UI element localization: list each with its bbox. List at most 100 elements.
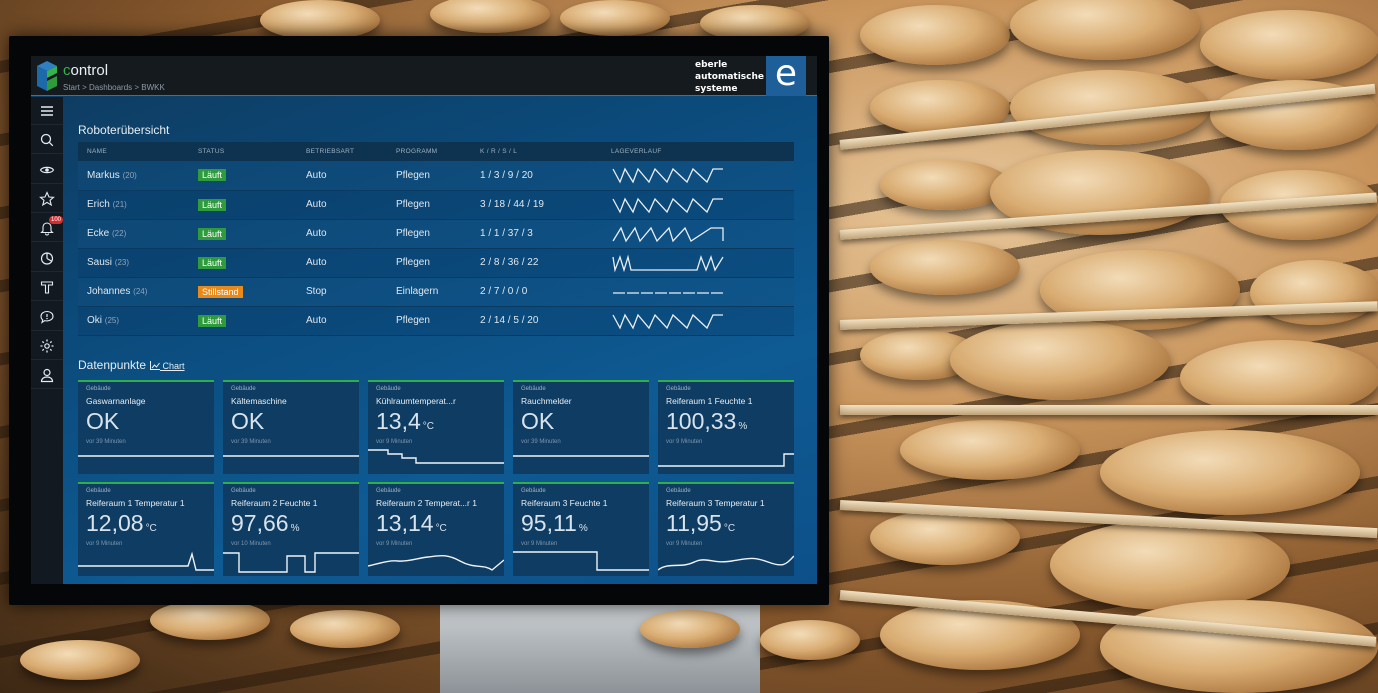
robot-row[interactable]: Sausi (23) Läuft Auto Pflegen 2 / 8 / 36… <box>78 248 794 278</box>
tile-name: Kühlraumtemperat...r <box>376 396 456 406</box>
tile-group: Gebäude <box>521 488 546 494</box>
robot-status-cell: Läuft <box>189 190 297 220</box>
app-title[interactable]: control <box>63 62 108 79</box>
robot-name[interactable]: Erich <box>87 199 110 210</box>
robot-name-cell: Sausi (23) <box>78 248 189 278</box>
tile-name: Gaswarnanlage <box>86 396 146 406</box>
tile-value: 13,14 <box>376 510 434 536</box>
tile-timestamp: vor 39 Minuten <box>231 439 271 445</box>
status-badge: Läuft <box>198 314 227 327</box>
robot-row[interactable]: Erich (21) Läuft Auto Pflegen 3 / 18 / 4… <box>78 190 794 220</box>
tile-group: Gebäude <box>376 386 401 392</box>
tile-sparkline <box>368 449 504 464</box>
datapoint-tile[interactable]: Gebäude Reiferaum 3 Feuchte 1 95,11% vor… <box>513 482 649 576</box>
robot-program: Pflegen <box>387 190 471 220</box>
user-button[interactable] <box>31 361 63 389</box>
robot-mode: Auto <box>297 219 387 249</box>
robot-krsl: 1 / 1 / 37 / 3 <box>471 219 602 249</box>
settings-button[interactable] <box>31 332 63 360</box>
menu-icon <box>41 105 53 116</box>
robot-row[interactable]: Markus (20) Läuft Auto Pflegen 1 / 3 / 9… <box>78 161 794 191</box>
tile-timestamp: vor 10 Minuten <box>231 541 271 547</box>
datapoint-tile[interactable]: Gebäude Reiferaum 2 Temperat...r 1 13,14… <box>368 482 504 576</box>
robot-row[interactable]: Johannes (24) Stillstand Stop Einlagern … <box>78 277 794 307</box>
tile-sparkline <box>223 552 359 573</box>
robot-program: Pflegen <box>387 248 471 278</box>
search-icon <box>40 133 54 146</box>
tile-unit: °C <box>422 421 434 432</box>
column-header-program[interactable]: PROGRAMM <box>387 142 471 161</box>
robot-program: Einlagern <box>387 277 471 307</box>
column-header-status[interactable]: STATUS <box>189 142 297 161</box>
robot-krsl: 2 / 14 / 5 / 20 <box>471 306 602 336</box>
trend-sparkline <box>613 291 723 294</box>
cheese-wheel <box>1200 10 1378 80</box>
reports-button[interactable] <box>31 244 63 272</box>
chart-link[interactable]: Chart <box>150 361 185 371</box>
robot-name[interactable]: Sausi <box>87 257 112 268</box>
tile-group: Gebäude <box>231 488 256 494</box>
notifications-button[interactable]: 100 <box>31 214 64 242</box>
tools-button[interactable] <box>31 273 63 301</box>
robot-mode: Auto <box>297 161 387 191</box>
cheese-wheel <box>1050 520 1290 610</box>
robot-name[interactable]: Markus <box>87 170 120 181</box>
column-header-krsl[interactable]: K / R / S / L <box>471 142 602 161</box>
tile-value: 100,33 <box>666 408 737 434</box>
robot-trend-cell <box>602 219 794 249</box>
menu-button[interactable] <box>31 97 63 125</box>
tile-value: OK <box>231 408 265 434</box>
robot-row[interactable]: Oki (25) Läuft Auto Pflegen 2 / 14 / 5 /… <box>78 306 794 336</box>
favorites-button[interactable] <box>31 185 63 213</box>
datapoint-tile[interactable]: Gebäude Kühlraumtemperat...r 13,4 °C vor … <box>368 380 504 474</box>
cheese-wheel <box>20 640 140 680</box>
trend-sparkline <box>612 167 723 184</box>
robot-id: (22) <box>112 229 127 238</box>
status-badge: Läuft <box>198 198 227 211</box>
tile-value-wrap: OK <box>521 408 556 435</box>
breadcrumb[interactable]: Start > Dashboards > BWKK <box>63 83 165 92</box>
tile-name: Reiferaum 2 Feuchte 1 <box>231 498 318 508</box>
datapoint-tile[interactable]: Gebäude Rauchmelder OK vor 39 Minuten <box>513 380 649 474</box>
datapoint-tile[interactable]: Gebäude Reiferaum 1 Temperatur 1 12,08 °C… <box>78 482 214 576</box>
datapoint-tile[interactable]: Gebäude Gaswarnanlage OK vor 39 Minuten <box>78 380 214 474</box>
datapoint-tile[interactable]: Gebäude Reiferaum 2 Feuchte 1 97,66% vor… <box>223 482 359 576</box>
datapoint-tile[interactable]: Gebäude Reiferaum 3 Temperatur 1 11,95 °C… <box>658 482 794 576</box>
watch-button[interactable] <box>31 156 63 184</box>
messages-button[interactable] <box>31 303 63 331</box>
column-header-mode[interactable]: BETRIEBSART <box>297 142 387 161</box>
tile-timestamp: vor 9 Minuten <box>666 541 703 547</box>
robot-name[interactable]: Johannes <box>87 286 130 297</box>
brand-logo: e <box>766 56 806 96</box>
tile-group: Gebäude <box>521 386 546 392</box>
column-header-trend[interactable]: LAGEVERLAUF <box>602 142 794 161</box>
robot-name[interactable]: Oki <box>87 315 102 326</box>
tile-unit: °C <box>435 523 447 534</box>
column-header-name[interactable]: NAME <box>78 142 189 161</box>
tile-value: 12,08 <box>86 510 144 536</box>
datapoint-tile[interactable]: Gebäude Reiferaum 1 Feuchte 1 100,33% vo… <box>658 380 794 474</box>
robot-id: (23) <box>114 258 130 267</box>
tile-value: 95,11 <box>521 510 577 536</box>
robot-name-cell: Ecke (22) <box>78 219 189 249</box>
search-button[interactable] <box>31 126 63 154</box>
tile-value-wrap: 11,95 °C <box>666 510 735 537</box>
message-icon <box>40 310 54 324</box>
dashboard-screen: control Start > Dashboards > BWKK eberle… <box>31 56 817 584</box>
datapoint-tile[interactable]: Gebäude Kältemaschine OK vor 39 Minuten <box>223 380 359 474</box>
trend-sparkline <box>612 197 723 214</box>
monitor: control Start > Dashboards > BWKK eberle… <box>9 36 829 605</box>
robot-row[interactable]: Ecke (22) Läuft Auto Pflegen 1 / 1 / 37 … <box>78 219 794 249</box>
cheese-wheel <box>1100 600 1378 693</box>
tile-name: Reiferaum 2 Temperat...r 1 <box>376 498 477 508</box>
robot-name-cell: Markus (20) <box>78 161 189 191</box>
trend-sparkline <box>612 253 724 273</box>
tile-unit: °C <box>145 523 157 534</box>
star-icon <box>39 190 55 206</box>
robot-status-cell: Läuft <box>189 306 297 336</box>
robot-name[interactable]: Ecke <box>87 228 109 239</box>
tile-value: 97,66 <box>231 510 289 536</box>
cheese-wheel <box>640 610 740 648</box>
tile-timestamp: vor 9 Minuten <box>376 439 413 445</box>
robot-mode: Stop <box>297 277 387 307</box>
